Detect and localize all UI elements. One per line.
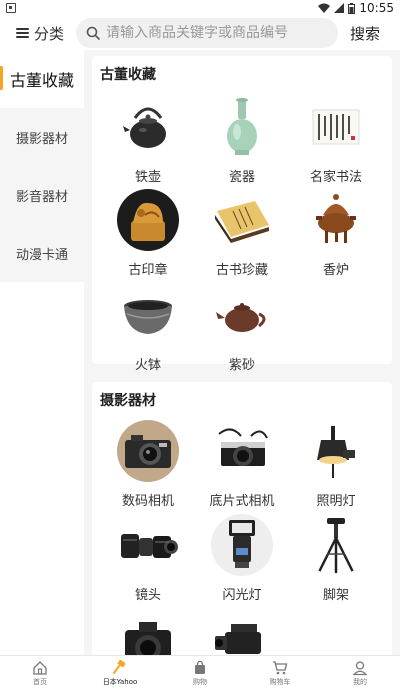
wifi-icon bbox=[318, 3, 331, 13]
category-item-label: 火钵 bbox=[134, 358, 161, 373]
shopping-bag-icon bbox=[195, 660, 205, 674]
sidebar-item-audio-video[interactable]: 影音器材 bbox=[0, 166, 84, 224]
nav-label: 日本Yahoo bbox=[102, 677, 138, 686]
section-title: 摄影器材 bbox=[100, 393, 156, 409]
category-item-label: 照明灯 bbox=[316, 494, 356, 509]
nav-label: 购物 bbox=[193, 677, 207, 686]
nav-label: 购物车 bbox=[269, 677, 291, 686]
nav-cart[interactable]: 购物车 bbox=[240, 656, 320, 690]
sidebar-filler bbox=[0, 282, 84, 649]
app-screen: 10:55 分类 搜索 古董收藏 摄影器材 影音器材 动漫卡通 古董收藏 bbox=[0, 0, 400, 690]
nav-yahoo-japan[interactable]: 日本Yahoo bbox=[80, 656, 160, 690]
category-item[interactable]: 火钵 bbox=[98, 284, 198, 373]
category-sidebar: 古董收藏 摄影器材 影音器材 动漫卡通 bbox=[0, 50, 84, 655]
category-item[interactable]: 瓷器 bbox=[192, 96, 292, 185]
category-item[interactable]: 紫砂 bbox=[192, 284, 292, 373]
category-item-label: 香炉 bbox=[322, 263, 349, 278]
category-label: 分类 bbox=[34, 24, 65, 43]
ancient-seal-image bbox=[117, 189, 179, 251]
category-item[interactable]: 名家书法 bbox=[286, 96, 386, 185]
video-camera-image bbox=[211, 608, 273, 655]
section-title: 古董收藏 bbox=[100, 67, 156, 83]
category-content: 古董收藏 铁壶 瓷器 名家书法 古印章 古书珍藏 香炉 火钵 紫砂 摄影器材 数… bbox=[84, 50, 400, 655]
sidebar-item-antiques[interactable]: 古董收藏 bbox=[0, 50, 84, 108]
category-item-label: 数码相机 bbox=[121, 494, 174, 509]
category-item-label: 镜头 bbox=[134, 588, 161, 603]
nav-label: 我的 bbox=[353, 677, 367, 686]
search-icon bbox=[86, 26, 100, 40]
battery-icon bbox=[348, 2, 356, 14]
top-bar: 分类 搜索 bbox=[0, 16, 400, 50]
search-button[interactable]: 搜索 bbox=[350, 23, 380, 44]
cart-icon bbox=[273, 660, 288, 674]
search-input[interactable] bbox=[106, 25, 327, 41]
nav-label: 首页 bbox=[33, 677, 47, 686]
incense-burner-image bbox=[305, 189, 367, 251]
sidebar-item-anime[interactable]: 动漫卡通 bbox=[0, 224, 84, 282]
film-camera-image bbox=[211, 420, 273, 482]
category-item-label: 古书珍藏 bbox=[215, 263, 268, 278]
category-item-label: 底片式相机 bbox=[209, 494, 275, 509]
sidebar-item-label: 摄影器材 bbox=[15, 131, 68, 147]
nav-profile[interactable]: 我的 bbox=[320, 656, 400, 690]
zisha-teapot-image bbox=[211, 284, 273, 346]
dslr-camera-image bbox=[117, 608, 179, 655]
sidebar-item-label: 动漫卡通 bbox=[15, 247, 68, 263]
nav-shopping[interactable]: 购物 bbox=[160, 656, 240, 690]
category-item-label: 紫砂 bbox=[228, 358, 255, 373]
section-card-antiques: 古董收藏 铁壶 瓷器 名家书法 古印章 古书珍藏 香炉 火钵 紫砂 bbox=[92, 56, 392, 373]
studio-light-image bbox=[305, 420, 367, 482]
category-item-label: 闪光灯 bbox=[222, 588, 262, 603]
user-icon bbox=[352, 660, 368, 675]
section-card-photography: 摄影器材 数码相机 底片式相机 照明灯 镜头 闪光灯 脚架 bbox=[92, 382, 392, 655]
sidebar-item-photography[interactable]: 摄影器材 bbox=[0, 108, 84, 166]
category-item[interactable]: 照明灯 bbox=[286, 420, 386, 509]
category-item[interactable]: 闪光灯 bbox=[192, 514, 292, 603]
category-item[interactable] bbox=[192, 608, 292, 655]
status-bar: 10:55 bbox=[0, 0, 400, 16]
search-box[interactable] bbox=[76, 18, 339, 48]
flash-unit-image bbox=[211, 514, 273, 576]
category-item[interactable]: 香炉 bbox=[286, 189, 386, 278]
auction-hammer-icon bbox=[113, 659, 126, 674]
bottom-nav: 首页 日本Yahoo 购物 购物车 我的 bbox=[0, 655, 400, 690]
calligraphy-image bbox=[305, 96, 367, 158]
iron-teapot-image bbox=[117, 96, 179, 158]
tripod-image bbox=[305, 514, 367, 576]
category-item[interactable]: 底片式相机 bbox=[192, 420, 292, 509]
category-item[interactable]: 古书珍藏 bbox=[192, 189, 292, 278]
ancient-book-image bbox=[211, 189, 273, 251]
digital-camera-image bbox=[117, 420, 179, 482]
menu-icon bbox=[16, 28, 29, 38]
category-item[interactable] bbox=[98, 608, 198, 655]
category-item[interactable]: 古印章 bbox=[98, 189, 198, 278]
category-item-label: 古印章 bbox=[128, 263, 168, 278]
sidebar-item-label: 影音器材 bbox=[15, 189, 68, 205]
category-item-label: 铁壶 bbox=[134, 170, 161, 185]
category-item[interactable]: 脚架 bbox=[286, 514, 386, 603]
nav-home[interactable]: 首页 bbox=[0, 656, 80, 690]
category-item-label: 名家书法 bbox=[309, 170, 362, 185]
camera-lens-image bbox=[117, 514, 179, 576]
clock-text: 10:55 bbox=[359, 1, 394, 15]
category-button[interactable]: 分类 bbox=[16, 23, 64, 44]
sidebar-item-label: 古董收藏 bbox=[9, 71, 74, 90]
signal-icon bbox=[334, 3, 345, 13]
category-item-label: 脚架 bbox=[322, 588, 349, 603]
category-item[interactable]: 镜头 bbox=[98, 514, 198, 603]
celadon-vase-image bbox=[211, 96, 273, 158]
category-item[interactable]: 铁壶 bbox=[98, 96, 198, 185]
category-item-label: 瓷器 bbox=[228, 170, 255, 185]
category-item[interactable]: 数码相机 bbox=[98, 420, 198, 509]
app-notification-icon bbox=[6, 3, 16, 13]
home-icon bbox=[33, 660, 47, 675]
fire-bowl-image bbox=[117, 284, 179, 346]
